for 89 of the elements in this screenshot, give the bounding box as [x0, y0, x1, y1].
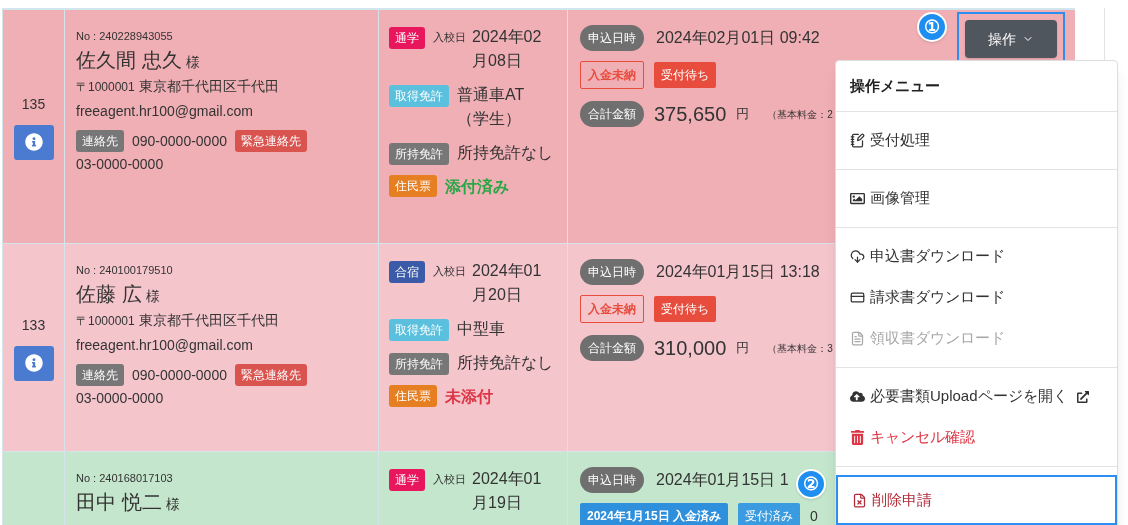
entry-date: 2024年02月08日	[472, 27, 543, 71]
license-label: 取得免許	[389, 319, 449, 341]
menu-item[interactable]: 請求書ダウンロード	[836, 277, 1117, 318]
held-license-label: 所持免許	[389, 143, 449, 165]
address: 東京都千代田区千代田	[138, 77, 279, 96]
total-amount: 310,000	[654, 336, 727, 361]
callout-number: ①	[917, 12, 947, 42]
menu-item[interactable]: 申込書ダウンロード	[836, 236, 1117, 277]
honorific: 様	[165, 495, 180, 514]
application-number: No : 240100179510	[76, 263, 174, 278]
entry-date-label: 入校日	[433, 30, 466, 45]
currency-unit: 円	[736, 339, 750, 358]
menu-item[interactable]: 必要書類Uploadページを開く	[836, 376, 1117, 417]
license-label: 取得免許	[389, 85, 449, 107]
application-date: 2024年02月01日 09:42	[656, 28, 820, 48]
course-type-badge: 通学	[389, 27, 425, 49]
menu-item[interactable]: キャンセル確認	[836, 417, 1117, 458]
resident-record-status: 未添付	[445, 387, 493, 407]
cloud-upload-icon	[850, 389, 865, 404]
held-license-value: 所持免許なし	[457, 143, 553, 163]
trash-icon	[850, 430, 865, 445]
emergency-contact-label: 緊急連絡先	[235, 364, 307, 386]
total-amount: 375,650	[654, 102, 727, 127]
entry-date: 2024年01月20日	[472, 261, 543, 305]
customer-name: 田中 悦二	[76, 491, 162, 513]
cloud-download-icon	[850, 249, 865, 264]
application-number: No : 240228943055	[76, 29, 174, 44]
entry-date-label: 入校日	[433, 472, 466, 487]
address: 東京都千代田区千代田	[138, 311, 279, 330]
course-type-badge: 通学	[389, 469, 425, 491]
emergency-phone-number: 03-0000-0000	[76, 389, 164, 408]
phone-number: 090-0000-0000	[132, 132, 227, 151]
license-value: 中型車	[457, 319, 505, 339]
status-badge: 受付待ち	[654, 296, 716, 322]
honorific: 様	[185, 53, 200, 72]
row-number: 135	[21, 94, 46, 114]
license-value: 普通車AT（学生）	[457, 85, 526, 129]
status-text: 0	[810, 506, 818, 525]
application-number: No : 240168017103	[76, 471, 174, 486]
email: freeagent.hr100@gmail.com	[76, 336, 254, 355]
document-icon	[850, 331, 865, 346]
contact-label: 連絡先	[76, 364, 124, 386]
postal-code: 〒1000001	[76, 313, 135, 330]
currency-unit: 円	[736, 105, 750, 124]
held-license-value: 所持免許なし	[457, 353, 553, 373]
status-badge: 受付待ち	[654, 62, 716, 88]
fee-breakdown: （基本料金：3	[767, 341, 833, 356]
menu-item[interactable]: 画像管理	[836, 178, 1117, 219]
total-label: 合計金額	[580, 335, 644, 361]
total-label: 合計金額	[580, 101, 644, 127]
entry-date-label: 入校日	[433, 264, 466, 279]
application-date: 2024年01月15日 1	[656, 470, 789, 490]
customer-name: 佐藤 広	[76, 283, 142, 305]
application-date-label: 申込日時	[580, 467, 644, 493]
held-license-label: 所持免許	[389, 353, 449, 375]
notepad-pen-icon	[850, 133, 865, 148]
document-x-icon	[852, 492, 867, 508]
entry-date: 2024年01月19日	[472, 469, 543, 513]
info-button[interactable]	[13, 345, 54, 381]
fee-breakdown: （基本料金：2	[767, 107, 833, 122]
status-badge: 受付済み	[738, 503, 801, 525]
info-icon	[24, 354, 43, 372]
postal-code: 〒1000001	[76, 79, 135, 96]
customer-name: 佐久間 忠久	[76, 49, 182, 71]
application-date: 2024年01月15日 13:18	[656, 262, 820, 282]
email: freeagent.hr100@gmail.com	[76, 102, 254, 121]
phone-number: 090-0000-0000	[132, 366, 227, 385]
status-badge: 入金未納	[580, 61, 644, 89]
application-date-label: 申込日時	[580, 259, 644, 285]
resident-record-label: 住民票	[389, 385, 437, 407]
menu-item[interactable]: 受付処理	[836, 120, 1117, 161]
operations-button[interactable]: 操作	[965, 20, 1057, 58]
honorific: 様	[145, 287, 160, 306]
course-type-badge: 合宿	[389, 261, 425, 283]
status-badge: 2024年1月15日 入金済み	[580, 503, 729, 525]
application-date-label: 申込日時	[580, 25, 644, 51]
info-icon	[24, 133, 43, 151]
resident-record-label: 住民票	[389, 175, 437, 197]
contact-label: 連絡先	[76, 130, 124, 152]
resident-record-status: 添付済み	[445, 177, 509, 197]
row-number: 133	[21, 315, 46, 335]
image-icon	[850, 191, 865, 206]
info-button[interactable]	[13, 124, 54, 160]
emergency-contact-label: 緊急連絡先	[235, 130, 307, 152]
status-badge: 入金未納	[580, 295, 644, 323]
emergency-phone-number: 03-0000-0000	[76, 155, 164, 174]
menu-title: 操作メニュー	[836, 61, 1117, 112]
card-icon	[850, 290, 865, 305]
menu-item[interactable]: 削除申請	[836, 475, 1117, 525]
